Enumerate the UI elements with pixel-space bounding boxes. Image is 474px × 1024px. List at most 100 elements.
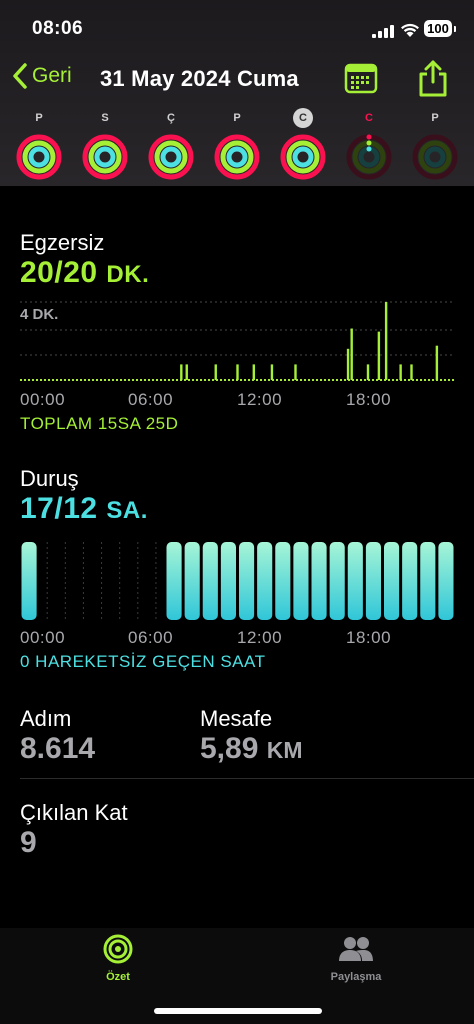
exercise-value-number: 20/20 (20, 256, 98, 289)
stand-value-number: 17/12 (20, 492, 98, 525)
back-button[interactable]: Geri (12, 62, 72, 90)
x-tick-label: 18:00 (346, 628, 392, 647)
week-strip: P S Ç P C C P (0, 108, 474, 184)
activity-rings-icon (82, 134, 128, 180)
stand-bar (438, 542, 454, 620)
day-item[interactable]: P (212, 108, 262, 180)
stand-title: Duruş (20, 466, 79, 491)
day-letter: S (101, 112, 109, 124)
floors-value: 9 (20, 826, 37, 859)
steps-value: 8.614 (20, 732, 96, 765)
stand-bar (329, 542, 345, 620)
stand-bar (347, 542, 363, 620)
divider (20, 778, 474, 779)
stand-total: 0 HAREKETSİZ GEÇEN SAAT (20, 652, 266, 671)
exercise-bar (252, 364, 256, 380)
activity-rings-icon (412, 134, 458, 180)
exercise-bar (366, 364, 370, 380)
nav-bar: Geri 31 May 2024 Cuma (0, 58, 474, 102)
tab-summary[interactable]: Özet (68, 934, 168, 983)
day-letter: C (293, 108, 313, 128)
activity-rings-icon (148, 134, 194, 180)
battery-tip (454, 26, 456, 32)
exercise-bar (410, 364, 413, 380)
day-letter: C (365, 112, 373, 124)
exercise-bar (435, 345, 439, 380)
exercise-bar (294, 364, 297, 380)
activity-rings-icon (214, 134, 260, 180)
stand-bar (402, 542, 418, 620)
exercise-bar (346, 348, 350, 380)
stand-bar (420, 542, 436, 620)
people-icon (339, 937, 373, 961)
day-item[interactable]: S (80, 108, 130, 180)
distance-label: Mesafe (200, 706, 273, 731)
activity-rings-icon (346, 134, 392, 180)
home-indicator[interactable] (154, 1008, 322, 1014)
stand-value: 17/12 SA. (20, 492, 148, 526)
stand-chart (21, 542, 454, 620)
stand-bar (220, 542, 236, 620)
status-bar: 08:06 100 (0, 14, 474, 44)
distance-value: 5,89 KM (200, 732, 303, 766)
exercise-max-label: 4 DK. (20, 306, 63, 323)
exercise-chart (20, 301, 455, 381)
stand-value-unit: SA. (106, 497, 148, 524)
stand-bar (257, 542, 273, 620)
day-item-selected[interactable]: C (278, 108, 328, 180)
exercise-value-unit: DK. (106, 261, 150, 288)
exercise-title: Egzersiz (20, 230, 105, 255)
activity-rings-icon (16, 134, 62, 180)
exercise-bar (384, 302, 388, 380)
x-tick-label: 12:00 (237, 628, 283, 647)
wifi-icon (401, 23, 419, 37)
exercise-bar (180, 364, 183, 380)
day-item[interactable]: P (14, 108, 64, 180)
stand-bar (365, 542, 381, 620)
page-title: 31 May 2024 Cuma (100, 66, 299, 91)
exercise-bar (214, 364, 217, 380)
distance-unit: KM (266, 737, 303, 763)
day-item[interactable]: P (410, 108, 460, 180)
day-item-today[interactable]: C (344, 108, 394, 180)
day-letter: P (35, 112, 43, 124)
exercise-bar (185, 364, 188, 380)
day-letter: Ç (167, 112, 175, 124)
stand-bar (384, 542, 400, 620)
x-tick-label: 18:00 (346, 390, 392, 409)
activity-rings-icon (280, 134, 326, 180)
day-letter: P (233, 112, 241, 124)
stand-bar (275, 542, 291, 620)
stand-bar (311, 542, 327, 620)
share-icon[interactable] (416, 58, 450, 98)
header: 08:06 100 Geri 31 May 2024 Cuma P S Ç P … (0, 0, 474, 186)
stand-bar (202, 542, 218, 620)
stand-bar (166, 542, 182, 620)
tab-label: Paylaşma (330, 971, 382, 983)
stand-bar (239, 542, 255, 620)
cellular-signal-icon (372, 24, 394, 38)
steps-label: Adım (20, 706, 72, 731)
back-label: Geri (32, 64, 72, 87)
day-item[interactable]: Ç (146, 108, 196, 180)
x-tick-label: 12:00 (237, 390, 283, 409)
chevron-left-icon (13, 63, 27, 89)
x-tick-label: 00:00 (20, 628, 66, 647)
exercise-bar (270, 364, 274, 380)
stand-bar (293, 542, 309, 620)
exercise-bar (377, 331, 381, 380)
exercise-total: TOPLAM 15SA 25D (20, 414, 179, 433)
floors-label: Çıkılan Kat (20, 800, 128, 825)
x-tick-label: 00:00 (20, 390, 66, 409)
exercise-bar (236, 364, 239, 380)
status-time: 08:06 (32, 18, 84, 39)
calendar-icon[interactable] (344, 62, 378, 94)
exercise-bar (399, 364, 402, 380)
stand-bar (21, 542, 37, 620)
tab-label: Özet (106, 971, 130, 983)
exercise-value: 20/20 DK. (20, 256, 149, 290)
distance-number: 5,89 (200, 732, 259, 765)
tab-sharing[interactable]: Paylaşma (306, 934, 406, 983)
x-tick-label: 06:00 (128, 390, 174, 409)
x-tick-label: 06:00 (128, 628, 174, 647)
